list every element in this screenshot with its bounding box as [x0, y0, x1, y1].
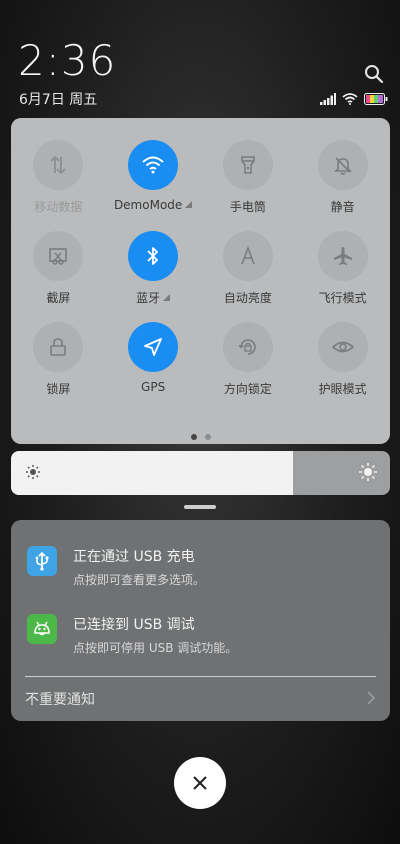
quick-settings-grid: 移动数据 DemoMode 手电筒 静音 截屏 蓝牙 自动亮度 飞行模式 锁屏 … — [11, 140, 390, 397]
expand-triangle-icon — [185, 201, 193, 208]
tile-label-bluetooth: 蓝牙 — [136, 289, 171, 306]
chevron-right-icon[interactable] — [366, 690, 376, 710]
tile-gps[interactable]: GPS — [106, 322, 201, 397]
notification-subtitle: 点按即可停用 USB 调试功能。 — [73, 641, 238, 655]
tile-lock-screen[interactable]: 锁屏 — [11, 322, 106, 397]
search-icon[interactable] — [364, 64, 384, 84]
screenshot-icon — [33, 231, 84, 281]
wifi-status-icon — [342, 90, 358, 109]
tile-label: 手电筒 — [229, 200, 266, 214]
clock-time: 2:36 — [18, 36, 117, 85]
signal-icon — [320, 90, 336, 109]
page-dot[interactable] — [204, 434, 211, 440]
brightness-fill — [11, 451, 294, 495]
usb-icon — [27, 546, 57, 576]
brightness-high-icon — [358, 462, 378, 486]
tile-label: 锁屏 — [46, 382, 71, 396]
tile-mobile-data[interactable]: 移动数据 — [11, 140, 106, 215]
mobile-data-icon — [33, 140, 84, 190]
brightness-slider[interactable] — [11, 451, 390, 495]
battery-icon — [364, 90, 388, 109]
tile-screenshot[interactable]: 截屏 — [11, 231, 106, 306]
clock-date: 6月7日 周五 — [19, 92, 98, 108]
notification-text: 已连接到 USB 调试 点按即可停用 USB 调试功能。 — [73, 614, 237, 656]
expand-triangle-icon — [163, 294, 171, 301]
tile-label: 静音 — [330, 200, 355, 214]
tile-rotation-lock[interactable]: 方向锁定 — [201, 322, 296, 397]
tile-label: 方向锁定 — [223, 382, 272, 396]
notification-usb-charging[interactable]: 正在通过 USB 充电 点按即可查看更多选项。 — [27, 546, 377, 588]
page-dot-active[interactable] — [190, 434, 197, 440]
divider — [25, 676, 376, 677]
android-icon — [27, 614, 57, 644]
airplane-icon — [317, 231, 368, 281]
tile-auto-brightness[interactable]: 自动亮度 — [201, 231, 296, 306]
close-icon — [193, 776, 207, 790]
drag-handle[interactable] — [184, 505, 216, 509]
tile-label: 护眼模式 — [318, 382, 367, 396]
tile-label: 自动亮度 — [223, 291, 272, 305]
eye-icon — [317, 322, 368, 372]
system-status-icons — [320, 90, 388, 109]
tile-bluetooth[interactable]: 蓝牙 — [106, 231, 201, 306]
wifi-icon — [128, 140, 179, 190]
tile-airplane[interactable]: 飞行模式 — [295, 231, 390, 306]
lock-icon — [33, 322, 84, 372]
unimportant-notifications-link[interactable]: 不重要通知 — [25, 689, 95, 709]
auto-brightness-icon — [222, 231, 273, 281]
location-icon — [128, 322, 179, 372]
notification-panel: 正在通过 USB 充电 点按即可查看更多选项。 已连接到 USB 调试 点按即可… — [11, 520, 390, 721]
flashlight-icon — [222, 140, 273, 190]
page-indicator — [11, 434, 390, 440]
tile-mute[interactable]: 静音 — [295, 140, 390, 215]
tile-wifi[interactable]: DemoMode — [106, 140, 201, 215]
notification-text: 正在通过 USB 充电 点按即可查看更多选项。 — [73, 546, 205, 588]
quick-settings-panel: 移动数据 DemoMode 手电筒 静音 截屏 蓝牙 自动亮度 飞行模式 锁屏 … — [11, 118, 390, 444]
notification-title: 正在通过 USB 充电 — [73, 549, 195, 565]
mute-icon — [317, 140, 368, 190]
notification-subtitle: 点按即可查看更多选项。 — [73, 573, 206, 587]
brightness-low-icon — [25, 464, 41, 484]
notification-title: 已连接到 USB 调试 — [73, 617, 195, 633]
rotation-lock-icon — [222, 322, 273, 372]
bluetooth-icon — [128, 231, 179, 281]
tile-flashlight[interactable]: 手电筒 — [201, 140, 296, 215]
clear-all-button[interactable] — [174, 757, 226, 809]
notification-usb-debugging[interactable]: 已连接到 USB 调试 点按即可停用 USB 调试功能。 — [27, 614, 377, 656]
tile-label: 飞行模式 — [318, 291, 367, 305]
tile-label-wifi: DemoMode — [114, 198, 193, 212]
tile-label: 截屏 — [46, 291, 71, 305]
tile-label: GPS — [141, 380, 166, 394]
tile-label: 移动数据 — [34, 200, 83, 214]
tile-eye-care[interactable]: 护眼模式 — [295, 322, 390, 397]
